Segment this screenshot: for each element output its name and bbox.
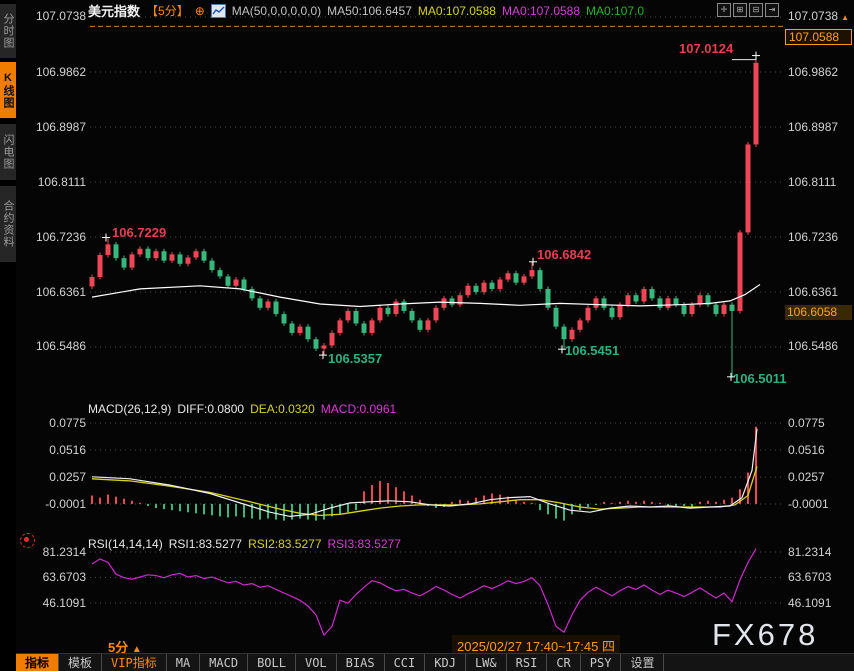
low-annotation: 106.5011 bbox=[733, 371, 787, 386]
tab-bias[interactable]: BIAS bbox=[337, 654, 385, 671]
main-axis-right-tick: 106.6361 bbox=[788, 285, 838, 299]
rsi-axis-left-tick: 81.2314 bbox=[22, 545, 86, 559]
tab-cci[interactable]: CCI bbox=[385, 654, 426, 671]
macd-axis-right-tick: 0.0516 bbox=[788, 443, 825, 457]
rsi-panel-header: RSI(14,14,14) RSI1:83.5277 RSI2:83.5277 … bbox=[88, 537, 407, 551]
left-sidebar: 分时图 K线图 闪电图 合约资料 bbox=[0, 0, 16, 671]
ma0-magenta-value: MA0:107.0588 bbox=[502, 4, 580, 18]
high-annotation: 106.6842 bbox=[537, 247, 591, 262]
dea-value: DEA:0.0320 bbox=[250, 402, 315, 416]
main-axis-left-tick: 106.6361 bbox=[22, 285, 86, 299]
current-price-box: 107.0588 bbox=[785, 29, 852, 45]
rsi-axis-right-tick: 63.6703 bbox=[788, 570, 831, 584]
price-up-arrow-icon: ▲ bbox=[841, 13, 849, 22]
main-axis-left-tick: 106.5486 bbox=[22, 339, 86, 353]
tab-macd[interactable]: MACD bbox=[200, 654, 248, 671]
diff-value: DIFF:0.0800 bbox=[177, 402, 244, 416]
symbol-title: 美元指数 bbox=[88, 1, 140, 20]
indicator-tabbar: 指标 模板 VIP指标 MA MACD BOLL VOL BIAS CCI KD… bbox=[16, 653, 854, 671]
rsi1-value: RSI1:83.5277 bbox=[169, 537, 242, 551]
macd-axis-right-tick: -0.0001 bbox=[788, 497, 829, 511]
prev-close-box: 106.6058 bbox=[785, 305, 852, 320]
rsi-name: RSI(14,14,14) bbox=[88, 537, 163, 551]
rsi-axis-right-tick: 46.1091 bbox=[788, 596, 831, 610]
tab-boll[interactable]: BOLL bbox=[248, 654, 296, 671]
main-chart-header: 美元指数 【5分】 ⊕ MA(50,0,0,0,0,0) MA50:106.64… bbox=[88, 1, 650, 20]
tab-indicator[interactable]: 指标 bbox=[16, 654, 59, 671]
tab-psy[interactable]: PSY bbox=[581, 654, 622, 671]
macd-axis-right-tick: 0.0257 bbox=[788, 470, 825, 484]
add-indicator-icon[interactable]: ⊕ bbox=[195, 4, 205, 18]
pan-icon[interactable]: ✛ bbox=[717, 3, 731, 17]
low-annotation: 106.5357 bbox=[328, 351, 382, 366]
macd-axis-right-tick: 0.0775 bbox=[788, 416, 825, 430]
high-annotation: 107.0124 bbox=[679, 41, 733, 56]
main-axis-right-tick: 106.9862 bbox=[788, 65, 838, 79]
tab-settings[interactable]: 设置 bbox=[621, 654, 664, 671]
brand-watermark: FX678 bbox=[712, 617, 818, 653]
rsi3-value: RSI3:83.5277 bbox=[328, 537, 401, 551]
sidebar-tab-contract-info[interactable]: 合约资料 bbox=[0, 186, 16, 262]
chart-thumbnail-icon[interactable] bbox=[211, 4, 226, 18]
tab-vol[interactable]: VOL bbox=[296, 654, 337, 671]
tab-kdj[interactable]: KDJ bbox=[425, 654, 466, 671]
main-axis-left-tick: 107.0738 bbox=[22, 9, 86, 23]
main-axis-left-tick: 106.8987 bbox=[22, 120, 86, 134]
main-axis-left-tick: 106.7236 bbox=[22, 230, 86, 244]
tab-lw[interactable]: LW& bbox=[466, 654, 507, 671]
sidebar-tab-kline[interactable]: K线图 bbox=[0, 62, 16, 118]
rsi2-value: RSI2:83.5277 bbox=[248, 537, 321, 551]
macd-panel-header: MACD(26,12,9) DIFF:0.0800 DEA:0.0320 MAC… bbox=[88, 402, 402, 416]
sidebar-tab-timeshare[interactable]: 分时图 bbox=[0, 4, 16, 58]
rsi-axis-left-tick: 46.1091 bbox=[22, 596, 86, 610]
main-axis-left-tick: 106.9862 bbox=[22, 65, 86, 79]
ma50-value: MA50:106.6457 bbox=[327, 4, 412, 18]
tab-cr[interactable]: CR bbox=[547, 654, 580, 671]
overlay-window-icon[interactable]: ⊞ bbox=[733, 3, 747, 17]
ma-settings-label: MA(50,0,0,0,0,0) bbox=[232, 4, 321, 18]
rsi-axis-left-tick: 63.6703 bbox=[22, 570, 86, 584]
period-badge[interactable]: 【5分】 bbox=[146, 2, 189, 19]
main-axis-right-tick: 107.0738▲ bbox=[788, 9, 849, 23]
tab-ma[interactable]: MA bbox=[167, 654, 200, 671]
tab-rsi[interactable]: RSI bbox=[507, 654, 548, 671]
indicator-window-icon[interactable]: ⊟ bbox=[749, 3, 763, 17]
macd-axis-left-tick: 0.0516 bbox=[22, 443, 86, 457]
ma0-yellow-value: MA0:107.0588 bbox=[418, 4, 496, 18]
macd-axis-left-tick: 0.0257 bbox=[22, 470, 86, 484]
macd-axis-left-tick: 0.0775 bbox=[22, 416, 86, 430]
tab-template[interactable]: 模板 bbox=[59, 654, 102, 671]
macd-name: MACD(26,12,9) bbox=[88, 402, 171, 416]
macd-value: MACD:0.0961 bbox=[321, 402, 396, 416]
main-axis-left-tick: 106.8111 bbox=[22, 175, 86, 189]
rsi-axis-right-tick: 81.2314 bbox=[788, 545, 831, 559]
main-axis-right-tick: 106.8111 bbox=[788, 175, 836, 189]
main-axis-right-tick: 106.7236 bbox=[788, 230, 838, 244]
ma0-green-value: MA0:107.0 bbox=[586, 4, 644, 18]
main-axis-right-tick: 106.8987 bbox=[788, 120, 838, 134]
chart-window-controls: ✛ ⊞ ⊟ ⇥ bbox=[717, 3, 779, 17]
chart-canvas[interactable] bbox=[0, 0, 854, 671]
collapse-panel-icon[interactable]: ⇥ bbox=[765, 3, 779, 17]
low-annotation: 106.5451 bbox=[565, 343, 619, 358]
sidebar-tab-lightning[interactable]: 闪电图 bbox=[0, 124, 16, 180]
high-annotation: 106.7229 bbox=[112, 225, 166, 240]
macd-axis-left-tick: -0.0001 bbox=[22, 497, 86, 511]
main-axis-right-tick: 106.5486 bbox=[788, 339, 838, 353]
tab-vip-indicator[interactable]: VIP指标 bbox=[102, 654, 167, 671]
kline-app-window: 分时图 K线图 闪电图 合约资料 美元指数 【5分】 ⊕ MA(50,0,0,0… bbox=[0, 0, 854, 671]
